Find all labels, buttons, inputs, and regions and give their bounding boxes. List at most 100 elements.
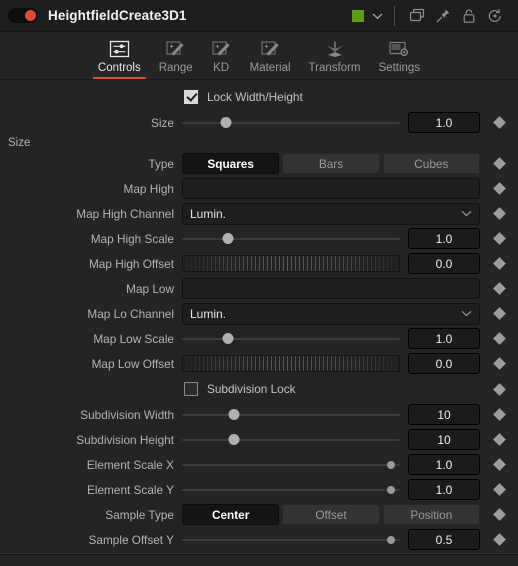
sample-type-option-position[interactable]: Position <box>382 504 480 525</box>
magic-wand-icon <box>260 38 281 60</box>
row-lock-width-height: Lock Width/Height <box>0 84 518 110</box>
tab-settings-label: Settings <box>378 62 421 74</box>
color-dropdown-chevron-icon[interactable] <box>367 6 387 26</box>
map-high-offset-keyframe-icon[interactable] <box>480 257 518 270</box>
subdivision-width-keyframe-icon[interactable] <box>480 408 518 421</box>
tab-material[interactable]: Material <box>241 33 300 79</box>
element-scale-y-slider-thumb[interactable] <box>387 485 396 494</box>
row-map-high-offset: Map High Offset 0.0 <box>0 251 518 276</box>
size-slider-thumb[interactable] <box>220 117 232 128</box>
type-label: Type <box>148 156 174 171</box>
subdivision-height-value-field[interactable]: 10 <box>408 429 480 450</box>
sample-offset-y-slider[interactable] <box>182 531 400 549</box>
pin-icon[interactable] <box>430 5 456 27</box>
element-scale-y-value-field[interactable]: 1.0 <box>408 479 480 500</box>
map-low-keyframe-icon[interactable] <box>480 282 518 295</box>
element-scale-y-slider[interactable] <box>182 481 400 499</box>
type-option-squares[interactable]: Squares <box>182 153 280 174</box>
element-scale-x-slider-thumb[interactable] <box>387 460 396 469</box>
lock-width-height-checkbox[interactable] <box>184 90 198 104</box>
element-scale-x-label: Element Scale X <box>86 457 174 472</box>
map-high-input[interactable] <box>182 178 480 199</box>
subdivision-width-slider-thumb[interactable] <box>228 409 240 420</box>
tab-transform-label: Transform <box>308 62 361 74</box>
sample-type-option-center[interactable]: Center <box>182 504 280 525</box>
element-scale-y-keyframe-icon[interactable] <box>480 483 518 496</box>
tab-range-label: Range <box>158 62 193 74</box>
subdivision-lock-checkbox[interactable] <box>184 382 198 396</box>
sample-offset-y-keyframe-icon[interactable] <box>480 533 518 546</box>
magic-wand-icon <box>165 38 186 60</box>
map-low-label: Map Low <box>126 281 174 296</box>
map-high-keyframe-icon[interactable] <box>480 182 518 195</box>
map-low-scale-keyframe-icon[interactable] <box>480 332 518 345</box>
sample-type-keyframe-icon[interactable] <box>480 508 518 521</box>
size-value-field[interactable]: 1.0 <box>408 112 480 133</box>
map-lo-channel-keyframe-icon[interactable] <box>480 307 518 320</box>
row-element-scale-y: Element Scale Y 1.0 <box>0 477 518 502</box>
chevron-down-icon <box>461 310 472 317</box>
map-high-scale-slider-thumb[interactable] <box>222 233 234 244</box>
row-map-high: Map High <box>0 176 518 201</box>
tab-controls[interactable]: Controls <box>89 33 150 79</box>
type-keyframe-icon[interactable] <box>480 157 518 170</box>
row-map-lo-channel: Map Lo Channel Lumin. <box>0 301 518 326</box>
map-high-scale-keyframe-icon[interactable] <box>480 232 518 245</box>
map-low-offset-thumbwheel[interactable] <box>182 355 400 372</box>
map-low-scale-slider[interactable] <box>182 330 400 348</box>
size-keyframe-icon[interactable] <box>480 116 518 129</box>
sample-offset-y-slider-thumb[interactable] <box>387 535 396 544</box>
subdivision-height-slider[interactable] <box>182 431 400 449</box>
map-low-input[interactable] <box>182 278 480 299</box>
map-high-scale-label: Map High Scale <box>90 231 174 246</box>
map-high-label: Map High <box>123 181 175 196</box>
map-high-scale-value-field[interactable]: 1.0 <box>408 228 480 249</box>
map-low-offset-value-field[interactable]: 0.0 <box>408 353 480 374</box>
subdivision-height-slider-thumb[interactable] <box>228 434 240 445</box>
reset-history-icon[interactable] <box>482 5 508 27</box>
element-scale-x-keyframe-icon[interactable] <box>480 458 518 471</box>
sample-offset-y-value-field[interactable]: 0.5 <box>408 529 480 550</box>
sample-offset-y-label: Sample Offset Y <box>88 532 174 547</box>
row-subdivision-lock: Subdivision Lock <box>0 376 518 402</box>
map-high-scale-slider[interactable] <box>182 230 400 248</box>
row-map-low-scale: Map Low Scale 1.0 <box>0 326 518 351</box>
map-high-offset-thumbwheel[interactable] <box>182 255 400 272</box>
map-low-scale-value-field[interactable]: 1.0 <box>408 328 480 349</box>
subdivision-width-slider[interactable] <box>182 406 400 424</box>
sample-type-segmented-control: Center Offset Position <box>182 504 480 525</box>
node-enable-toggle[interactable] <box>8 8 38 23</box>
node-color-chip[interactable] <box>352 9 364 22</box>
row-map-low: Map Low <box>0 276 518 301</box>
tab-settings[interactable]: Settings <box>370 33 430 79</box>
map-lo-channel-dropdown[interactable]: Lumin. <box>182 302 480 325</box>
node-enable-toggle-knob <box>25 10 36 21</box>
element-scale-x-value-field[interactable]: 1.0 <box>408 454 480 475</box>
map-high-offset-value-field[interactable]: 0.0 <box>408 253 480 274</box>
tab-range[interactable]: Range <box>150 33 202 79</box>
subdivision-width-label: Subdivision Width <box>80 407 174 422</box>
map-low-offset-keyframe-icon[interactable] <box>480 357 518 370</box>
size-slider[interactable] <box>182 114 400 132</box>
tab-material-label: Material <box>249 62 291 74</box>
map-low-scale-slider-thumb[interactable] <box>222 333 234 344</box>
tab-kd[interactable]: KD <box>202 33 241 79</box>
type-option-bars[interactable]: Bars <box>282 153 380 174</box>
chevron-down-icon <box>461 210 472 217</box>
map-high-channel-keyframe-icon[interactable] <box>480 207 518 220</box>
element-scale-x-slider[interactable] <box>182 456 400 474</box>
subdivision-lock-keyframe-icon[interactable] <box>480 382 518 396</box>
type-option-cubes[interactable]: Cubes <box>382 153 480 174</box>
tab-transform[interactable]: Transform <box>300 33 370 79</box>
sample-type-option-offset[interactable]: Offset <box>282 504 380 525</box>
duplicate-window-icon[interactable] <box>404 5 430 27</box>
map-low-scale-label: Map Low Scale <box>93 331 174 346</box>
row-map-high-scale: Map High Scale 1.0 <box>0 226 518 251</box>
lock-icon[interactable] <box>456 5 482 27</box>
node-title-bar: HeightfieldCreate3D1 <box>0 0 518 32</box>
subdivision-width-value-field[interactable]: 10 <box>408 404 480 425</box>
tab-kd-label: KD <box>213 62 230 74</box>
subdivision-height-keyframe-icon[interactable] <box>480 433 518 446</box>
node-title: HeightfieldCreate3D1 <box>48 8 187 23</box>
map-high-channel-dropdown[interactable]: Lumin. <box>182 202 480 225</box>
